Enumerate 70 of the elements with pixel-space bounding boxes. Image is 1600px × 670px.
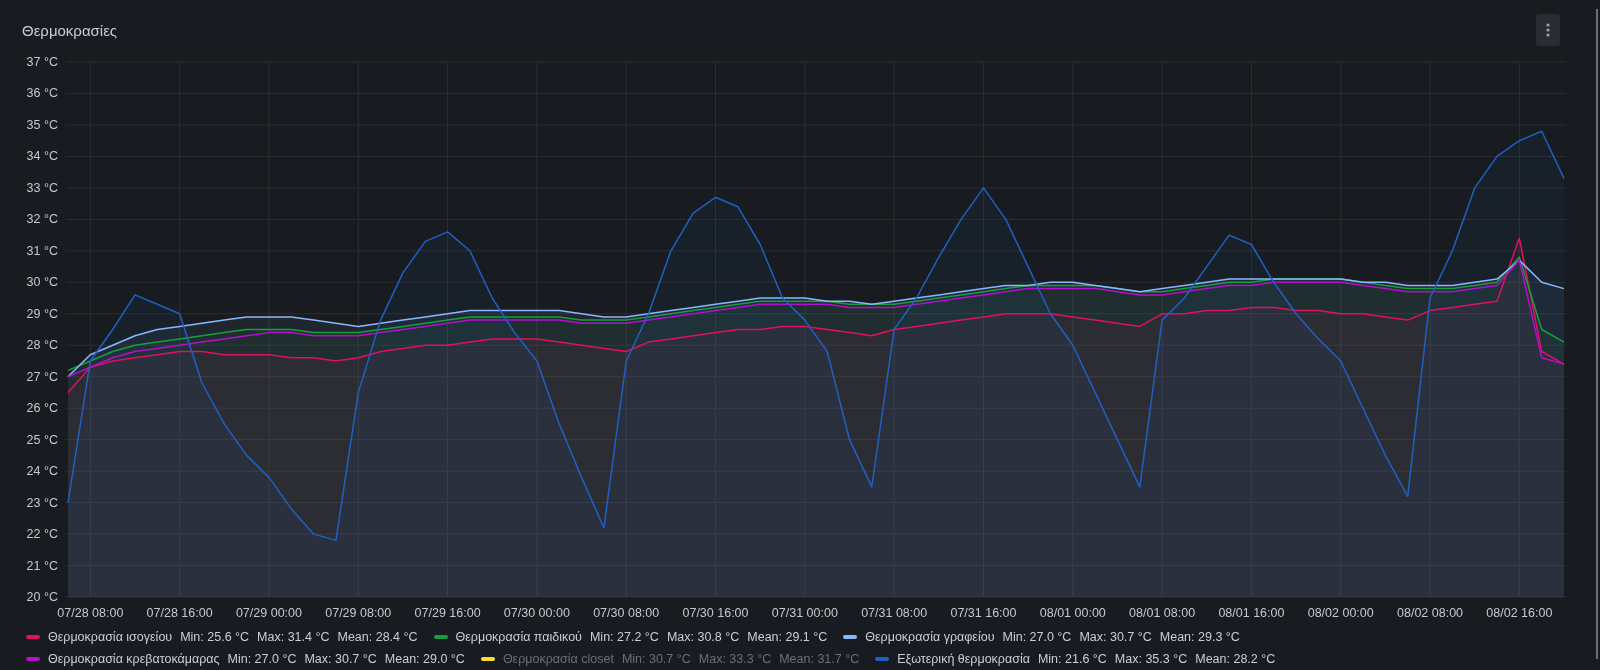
legend-max: Max: 31.4 °C (257, 630, 330, 644)
legend-series-name: Εξωτερική θερμοκρασία (897, 652, 1030, 666)
legend-series-name: Θερμοκρασία γραφείου (865, 630, 995, 644)
legend-min: Min: 21.6 °C (1037, 652, 1107, 666)
legend-max: Max: 35.3 °C (1114, 652, 1188, 666)
legend-mean: Mean: 28.4 °C (337, 630, 418, 644)
panel-title: Θερμοκρασίες (22, 22, 118, 39)
x-axis-label: 07/28 08:00 (57, 606, 124, 620)
y-axis-label: 30 °C (26, 275, 58, 290)
y-axis-label: 29 °C (26, 306, 58, 321)
legend-min: Min: 30.7 °C (621, 652, 691, 666)
legend-min: Min: 27.0 °C (1002, 630, 1072, 644)
x-axis-label: 07/31 00:00 (771, 606, 838, 620)
y-axis-label: 25 °C (26, 432, 58, 447)
legend-series-name: Θερμοκρασία ισογείου (48, 630, 173, 644)
more-vertical-icon (1546, 23, 1550, 37)
line-series (67, 259, 1565, 378)
legend-item[interactable]: Θερμοκρασία παιδικού Min: 27.2 °C Max: 30.8 °C Mean: 29.1 °C (433, 630, 828, 644)
x-axis-label: 07/30 16:00 (682, 606, 749, 620)
legend-mean: Mean: 29.0 °C (384, 652, 465, 666)
y-axis-label: 21 °C (26, 558, 58, 573)
y-axis-label: 23 °C (26, 495, 58, 510)
y-axis-label: 26 °C (26, 401, 58, 416)
x-axis-label: 07/31 16:00 (950, 606, 1017, 620)
x-axis-label: 07/29 00:00 (235, 606, 302, 620)
y-axis-label: 31 °C (26, 243, 58, 258)
legend-item[interactable]: Εξωτερική θερμοκρασία Min: 21.6 °C Max: 35.3 °C Mean: 28.2 °C (875, 652, 1276, 666)
y-axis-label: 20 °C (26, 590, 58, 604)
y-axis-label: 35 °C (26, 117, 58, 132)
x-axis-label: 07/30 08:00 (593, 606, 660, 620)
x-axis-label: 07/29 08:00 (325, 606, 392, 620)
y-axis-label: 37 °C (26, 55, 58, 69)
x-axis-label: 08/01 08:00 (1129, 606, 1196, 620)
y-axis-label: 22 °C (26, 527, 58, 542)
legend-max: Max: 33.3 °C (698, 652, 772, 666)
menu-button[interactable] (1536, 14, 1560, 46)
legend-mean: Mean: 31.7 °C (779, 652, 860, 666)
x-axis-label: 07/30 00:00 (503, 606, 570, 620)
y-axis-label: 28 °C (26, 338, 58, 353)
legend-mean: Mean: 28.2 °C (1195, 652, 1276, 666)
x-axis-label: 08/01 16:00 (1218, 606, 1285, 620)
legend-item[interactable]: Θερμοκρασία ισογείου Min: 25.6 °C Max: 31.4 °C Mean: 28.4 °C (26, 630, 418, 644)
legend-max: Max: 30.7 °C (304, 652, 377, 666)
y-axis-label: 36 °C (26, 86, 58, 101)
y-axis-label: 27 °C (26, 369, 58, 384)
x-axis-label: 08/01 00:00 (1039, 606, 1106, 620)
x-axis-label: 08/02 08:00 (1397, 606, 1464, 620)
y-axis-label: 24 °C (26, 464, 58, 479)
legend-item[interactable]: Θερμοκρασία γραφείου Min: 27.0 °C Max: 30.7 °C Mean: 29.3 °C (843, 630, 1240, 644)
legend-min: Min: 27.2 °C (589, 630, 659, 644)
x-axis-label: 08/02 00:00 (1307, 606, 1374, 620)
x-axis-label: 08/02 16:00 (1486, 606, 1553, 620)
legend-series-name: Θερμοκρασία closet (502, 652, 614, 666)
legend-min: Min: 25.6 °C (180, 630, 250, 644)
y-axis-label: 33 °C (26, 180, 58, 195)
scrollbar[interactable] (1596, 9, 1598, 659)
legend-series-name: Θερμοκρασία παιδικού (455, 630, 582, 644)
y-axis-label: 32 °C (26, 212, 58, 227)
legend-max: Max: 30.8 °C (666, 630, 740, 644)
x-axis-label: 07/29 16:00 (414, 606, 481, 620)
legend-mean: Mean: 29.1 °C (747, 630, 828, 644)
legend-item[interactable]: Θερμοκρασία closet Min: 30.7 °C Max: 33.3 °C Mean: 31.7 °C (480, 652, 860, 666)
legend-item[interactable]: Θερμοκρασία κρεβατοκάμαρας Min: 27.0 °C Max: 30.7 °C Mean: 29.0 °C (26, 652, 465, 666)
legend-mean: Mean: 29.3 °C (1159, 630, 1240, 644)
legend-min: Min: 27.0 °C (227, 652, 297, 666)
legend-max: Max: 30.7 °C (1079, 630, 1152, 644)
y-axis-label: 34 °C (26, 149, 58, 164)
x-axis-label: 07/28 16:00 (146, 606, 213, 620)
x-axis-label: 07/31 08:00 (861, 606, 928, 620)
legend-series-name: Θερμοκρασία κρεβατοκάμαρας (48, 652, 220, 666)
